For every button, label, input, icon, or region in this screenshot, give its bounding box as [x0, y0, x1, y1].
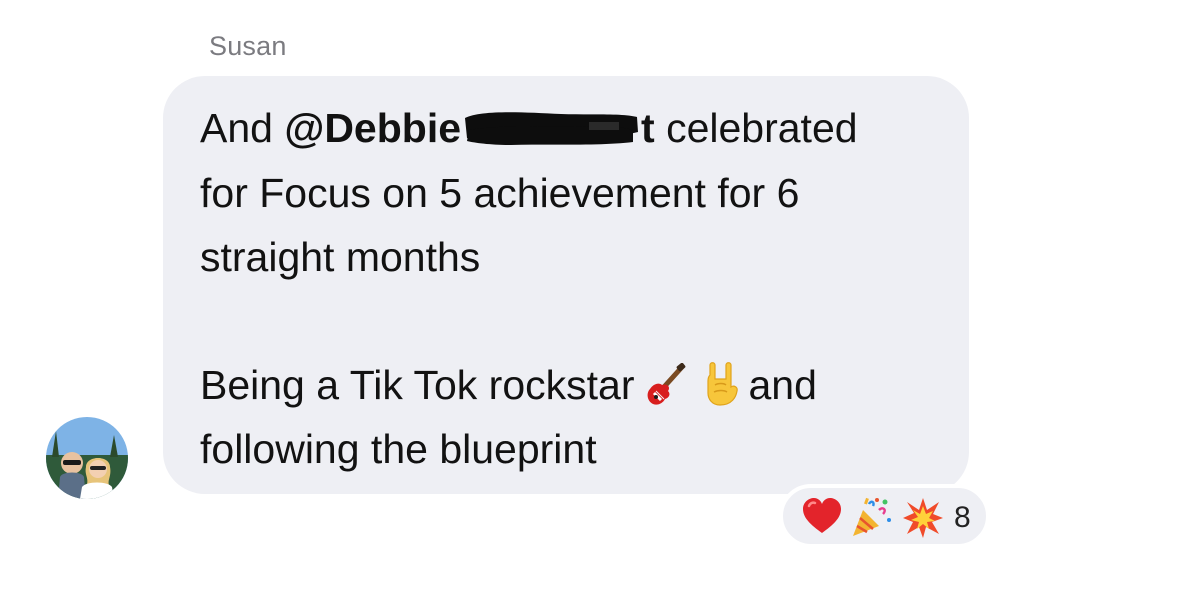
message-line-4: Being a Tik Tok rockstar and	[200, 361, 817, 417]
rock-on-hand-icon	[702, 361, 742, 417]
message-line-1: And @Debbie t celebrated	[200, 104, 858, 152]
redaction-mark	[461, 108, 639, 148]
message-line-3: straight months	[200, 234, 481, 280]
message-line-2: for Focus on 5 achievement for 6	[200, 170, 800, 216]
heart-icon	[801, 496, 843, 541]
message-text-prefix: And	[200, 105, 285, 151]
message-text-line4: Being a Tik Tok rockstar	[200, 362, 635, 408]
message-text-and: and	[748, 362, 817, 408]
mention-link[interactable]: @Debbie t	[284, 105, 654, 151]
reactions-pill[interactable]: 8	[779, 484, 990, 548]
reaction-count: 8	[954, 501, 971, 534]
message-text-suffix: celebrated	[654, 105, 858, 151]
party-popper-icon	[849, 496, 893, 545]
explosion-icon	[901, 496, 945, 545]
mention-tail: t	[641, 105, 655, 151]
guitar-icon	[644, 362, 686, 417]
avatar[interactable]	[46, 417, 128, 499]
message-thread: Susan And @Debbie t celebrated for Focus …	[0, 0, 1200, 591]
message-line-5: following the blueprint	[200, 426, 597, 472]
mention-text: @Debbie	[284, 105, 462, 151]
sender-name: Susan	[209, 31, 287, 61]
